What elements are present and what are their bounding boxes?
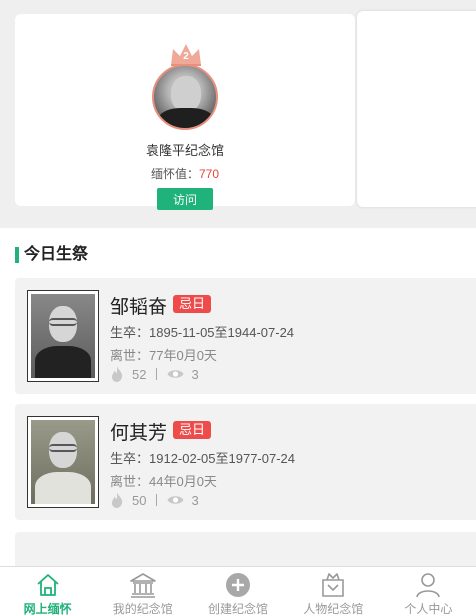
bottom-tab-bar: 网上缅怀 我的纪念馆 创建纪念馆 人物纪念馆 个人中心 bbox=[0, 566, 476, 616]
tab-label: 人物纪念馆 bbox=[303, 602, 364, 616]
divider bbox=[156, 494, 158, 506]
plus-circle-icon bbox=[226, 573, 250, 597]
tab-label: 创建纪念馆 bbox=[208, 602, 269, 616]
home-icon bbox=[36, 574, 59, 596]
section-title: 今日生祭 bbox=[15, 245, 88, 265]
eye-icon bbox=[167, 496, 184, 504]
tab-label: 网上缅怀 bbox=[23, 602, 72, 616]
person-photo[interactable] bbox=[27, 290, 99, 382]
person-stats: 50 3 bbox=[110, 492, 199, 508]
status-badge: 忌日 bbox=[173, 421, 212, 439]
avatar[interactable] bbox=[152, 64, 218, 130]
tab-person-memorial[interactable]: 人物纪念馆 bbox=[286, 567, 381, 616]
tab-label: 我的纪念馆 bbox=[112, 602, 173, 616]
tab-create-memorial[interactable]: 创建纪念馆 bbox=[190, 567, 285, 616]
person-name: 何其芳 bbox=[110, 423, 168, 444]
featured-avatar-group: 2 bbox=[151, 32, 219, 136]
person-memorial-icon bbox=[322, 573, 345, 597]
view-count: 3 bbox=[191, 492, 199, 508]
visit-button[interactable]: 访问 bbox=[157, 188, 213, 210]
user-icon bbox=[416, 573, 441, 598]
list-item[interactable]: 邹韬奋 忌日 生卒：1895-11-05至1944-07-24 离世：77年0月… bbox=[15, 278, 476, 394]
flame-icon bbox=[112, 492, 123, 508]
tab-profile[interactable]: 个人中心 bbox=[381, 567, 476, 616]
view-count: 3 bbox=[191, 366, 199, 382]
person-stats: 52 3 bbox=[110, 366, 199, 382]
memorial-name: 袁隆平纪念馆 bbox=[145, 143, 224, 158]
next-memorial-card[interactable] bbox=[357, 11, 476, 207]
flower-count: 52 bbox=[132, 366, 147, 382]
tab-label: 个人中心 bbox=[404, 602, 453, 616]
person-passed: 离世：77年0月0天 bbox=[110, 348, 217, 363]
status-badge: 忌日 bbox=[173, 295, 212, 313]
flame-icon bbox=[112, 366, 123, 382]
eye-icon bbox=[167, 370, 184, 378]
memorial-hall-icon bbox=[129, 573, 156, 598]
list-item[interactable]: 何其芳 忌日 生卒：1912-02-05至1977-07-24 离世：44年0月… bbox=[15, 404, 476, 520]
flower-count: 50 bbox=[132, 492, 147, 508]
tab-my-memorial[interactable]: 我的纪念馆 bbox=[95, 567, 190, 616]
value-number: 770 bbox=[198, 167, 220, 181]
person-dates: 生卒：1912-02-05至1977-07-24 bbox=[110, 451, 295, 466]
person-photo[interactable] bbox=[27, 416, 99, 508]
divider bbox=[156, 368, 158, 380]
today-anniversary-section: 今日生祭 邹韬奋 忌日 生卒：1895-11-05至1944-07-24 离世：… bbox=[0, 228, 476, 572]
person-passed: 离世：44年0月0天 bbox=[110, 474, 217, 489]
featured-memorial-card[interactable]: 2 袁隆平纪念馆 缅怀值：770 访问 bbox=[15, 14, 355, 210]
tab-online-memorial[interactable]: 网上缅怀 bbox=[0, 567, 95, 616]
featured-carousel[interactable]: 2 袁隆平纪念馆 缅怀值：770 访问 bbox=[0, 0, 476, 226]
person-name: 邹韬奋 bbox=[110, 297, 168, 318]
value-label: 缅怀值： bbox=[150, 167, 199, 181]
rank-badge: 2 bbox=[183, 51, 189, 62]
memorial-value: 缅怀值：770 bbox=[15, 165, 355, 182]
person-dates: 生卒：1895-11-05至1944-07-24 bbox=[110, 325, 295, 340]
